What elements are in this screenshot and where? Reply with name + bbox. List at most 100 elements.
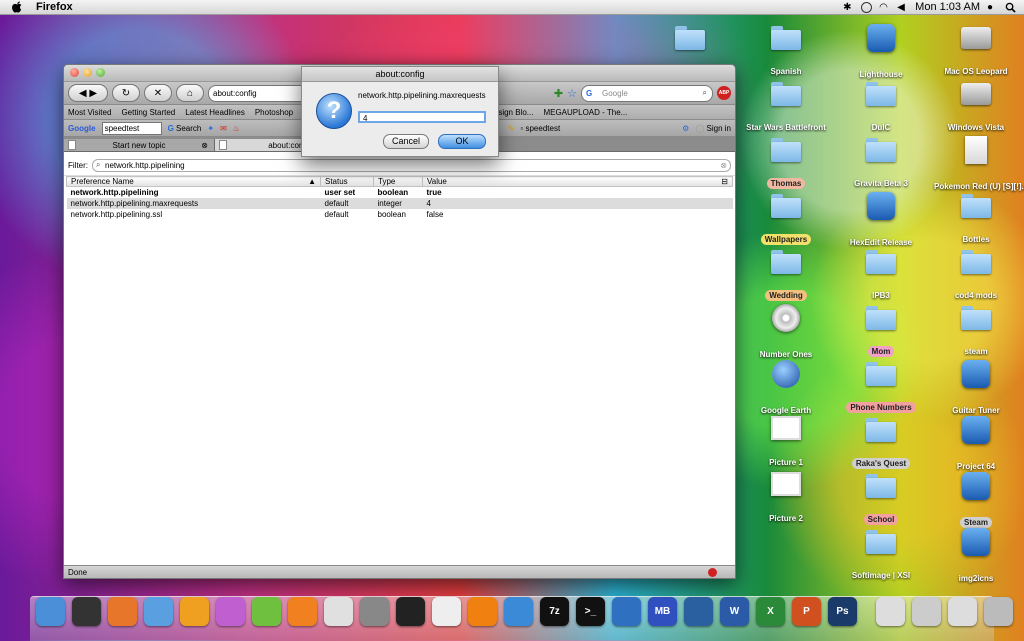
home-button[interactable]: ⌂ [176, 84, 204, 102]
col-preference-name[interactable]: Preference Name ▲ [66, 176, 321, 187]
dock-finder-icon[interactable] [36, 597, 65, 626]
desktop-icon[interactable]: Wallpapers [740, 190, 832, 245]
settings-wrench-icon[interactable]: ⚙ [682, 124, 689, 133]
dock-downloads-icon[interactable] [948, 597, 977, 626]
desktop-icon[interactable]: Number Ones [740, 302, 832, 360]
desktop-icon[interactable]: img2icns [930, 526, 1022, 584]
desktop-icon[interactable]: steam [930, 302, 1022, 357]
volume-icon[interactable]: ◀ [897, 2, 908, 13]
col-status[interactable]: Status [320, 176, 374, 187]
time-machine-icon[interactable] [861, 1, 873, 13]
dock-vlc-icon[interactable] [468, 597, 497, 626]
gmail-icon[interactable]: ✉ [220, 124, 227, 133]
desktop-icon[interactable]: Picture 1 [740, 414, 832, 468]
table-row[interactable]: network.http.pipelining.ssl default boolea… [67, 209, 733, 220]
status-adblock-icon[interactable] [708, 567, 717, 577]
table-row[interactable]: network.http.pipelining user set boolean tr… [67, 187, 733, 199]
desktop-icon[interactable]: IPB3 [835, 246, 927, 301]
addon-icon[interactable]: ✚ [554, 87, 563, 100]
menubar-clock[interactable]: Mon 1:03 AM [915, 1, 980, 13]
desktop-icon[interactable]: HexEdit Release [835, 190, 927, 248]
tab[interactable]: Start new topic ⊗ [64, 139, 215, 151]
stop-button[interactable]: ✕ [144, 84, 172, 102]
cancel-button[interactable]: Cancel [383, 134, 429, 149]
pencil-icon[interactable]: ✎ [508, 124, 515, 133]
table-row[interactable]: network.http.pipelining.maxrequests defau… [66, 198, 733, 209]
dock-dashboard-icon[interactable] [72, 597, 101, 626]
dock-stormtrooper-icon[interactable] [432, 597, 461, 626]
desktop-icon[interactable]: Wedding [740, 246, 832, 301]
dock-powerpoint-icon[interactable]: P [792, 597, 821, 626]
search-input[interactable]: G Google ⌕ [581, 84, 713, 102]
dock-preferences-icon[interactable] [360, 597, 389, 626]
desktop-icon[interactable]: Softimage | XSI [835, 526, 927, 581]
dock-terminal-icon[interactable]: >_ [576, 597, 605, 626]
bookmark-item[interactable]: Photoshop [255, 108, 293, 117]
desktop-icon[interactable]: DulC [835, 78, 927, 133]
desktop-icon[interactable]: Phone Numbers [835, 358, 927, 413]
desktop-icon[interactable]: Guitar Tuner [930, 358, 1022, 416]
dock-trash-icon[interactable] [984, 597, 1013, 626]
dock-app-p-icon[interactable] [288, 597, 317, 626]
dock-firefox-icon[interactable] [108, 597, 137, 626]
dock-app-bird-icon[interactable] [612, 597, 641, 626]
share-icon[interactable]: ✦ [207, 124, 214, 133]
user-icon[interactable]: ● [987, 2, 998, 13]
dock-app-x-icon[interactable] [252, 597, 281, 626]
filter-input[interactable]: ⌕ network.http.pipelining ⊗ [92, 158, 731, 172]
dock-word-icon[interactable]: W [720, 597, 749, 626]
desktop-icon[interactable]: Raka's Quest [835, 414, 927, 469]
dock-app-store-icon[interactable] [504, 597, 533, 626]
dock-documents-icon[interactable] [912, 597, 941, 626]
dock-printer-icon[interactable] [876, 597, 905, 626]
desktop-icon[interactable]: Windows Vista [930, 78, 1022, 133]
adblock-icon[interactable]: ABP [717, 86, 731, 100]
desktop-icon[interactable]: Lighthouse [835, 22, 927, 80]
desktop-icon[interactable]: School [835, 470, 927, 525]
dock-7zip-icon[interactable]: 7z [540, 597, 569, 626]
dock-excel-icon[interactable]: X [756, 597, 785, 626]
dock-adium-icon[interactable] [180, 597, 209, 626]
back-button[interactable]: ◀ ▶ [68, 84, 108, 102]
sign-in-link[interactable]: ◯ Sign in [695, 124, 731, 133]
tab-close-icon[interactable]: ⊗ [201, 141, 208, 150]
dialog-value-input[interactable]: 4 [358, 111, 486, 123]
desktop-icon[interactable]: Thomas [740, 134, 832, 189]
google-search-button[interactable]: G Search [168, 124, 202, 133]
desktop-icon[interactable]: cod4 mods [930, 246, 1022, 301]
desktop-icon[interactable]: Mac OS Leopard [930, 22, 1022, 77]
clear-filter-icon[interactable]: ⊗ [720, 161, 727, 170]
dock-steam-icon[interactable] [396, 597, 425, 626]
desktop-icon[interactable]: Mom [835, 302, 927, 357]
app-menu-firefox[interactable]: Firefox [36, 1, 73, 13]
bookmark-item[interactable]: Getting Started [121, 108, 175, 117]
translate-icon[interactable]: ♨ [233, 124, 240, 133]
column-picker-icon[interactable]: ⊟ [721, 177, 728, 186]
desktop-icon[interactable]: Spanish [740, 22, 832, 77]
wifi-icon[interactable]: ◠ [879, 2, 890, 13]
reload-button[interactable]: ↻ [112, 84, 140, 102]
desktop-icon[interactable]: Project 64 [930, 414, 1022, 472]
spotlight-icon[interactable] [1005, 2, 1016, 13]
ok-button[interactable]: OK [438, 134, 486, 149]
dock-itunes-icon[interactable] [144, 597, 173, 626]
apple-icon[interactable] [10, 1, 24, 13]
bookmark-item[interactable]: Latest Headlines [185, 108, 245, 117]
desktop-icon[interactable]: Google Earth [740, 358, 832, 416]
desktop-icon[interactable]: Bottles [930, 190, 1022, 245]
speedtest-button[interactable]: ▫ speedtest [520, 124, 560, 133]
desktop-icon[interactable]: Star Wars Battlefront [740, 78, 832, 133]
dock-app-blue-icon[interactable] [684, 597, 713, 626]
col-value[interactable]: Value ⊟ [422, 176, 733, 187]
desktop-icon[interactable]: Gravita Beta 3 [835, 134, 927, 189]
dock-textedit-icon[interactable] [324, 597, 353, 626]
bluetooth-icon[interactable]: ✱ [843, 2, 854, 13]
google-toolbar-input[interactable]: speedtest [101, 121, 162, 135]
bookmark-star-icon[interactable]: ☆ [567, 87, 577, 100]
col-type[interactable]: Type [373, 176, 423, 187]
desktop-icon[interactable]: Steam [930, 470, 1022, 528]
desktop-icon[interactable]: Pokemon Red (U) [S][!].gb [930, 134, 1024, 192]
dock-photoshop-icon[interactable]: Ps [828, 597, 857, 626]
bookmark-item[interactable]: MEGAUPLOAD - The... [543, 108, 627, 117]
bookmark-item[interactable]: Most Visited [68, 108, 111, 117]
